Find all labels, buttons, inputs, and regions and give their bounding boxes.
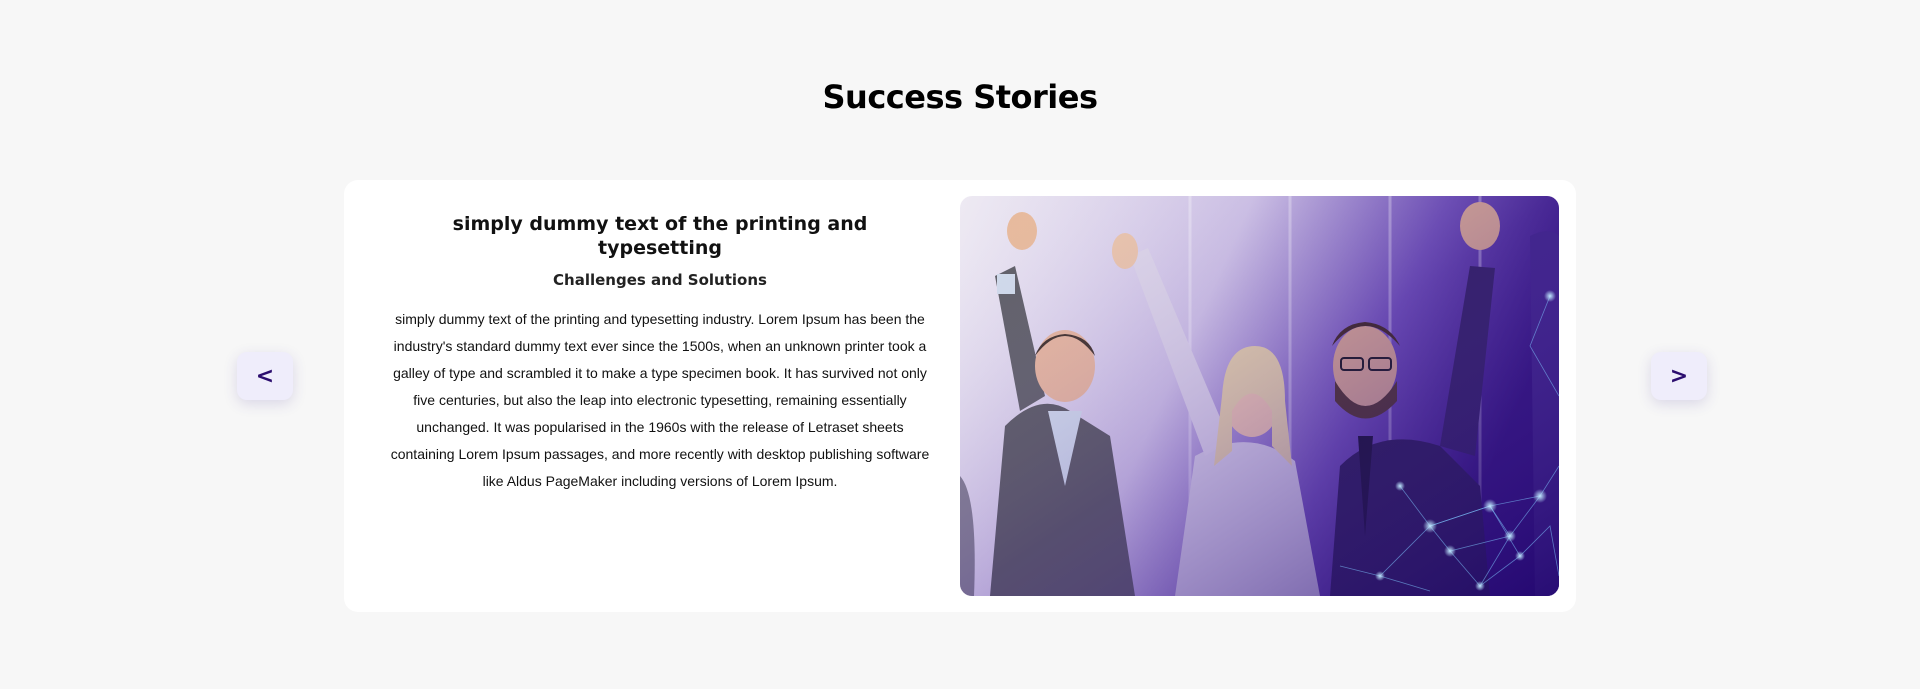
story-text-block: simply dummy text of the printing and ty… (390, 212, 930, 495)
carousel-prev-button[interactable]: < (237, 352, 293, 400)
success-story-card: simply dummy text of the printing and ty… (344, 180, 1576, 612)
story-subtitle: Challenges and Solutions (553, 271, 767, 289)
celebrating-team-photo-icon (960, 196, 1559, 596)
story-image (960, 196, 1559, 596)
carousel-next-button[interactable]: > (1651, 352, 1707, 400)
story-title: simply dummy text of the printing and ty… (452, 213, 868, 259)
story-body: simply dummy text of the printing and ty… (390, 311, 930, 489)
section-title: Success Stories (822, 78, 1098, 116)
